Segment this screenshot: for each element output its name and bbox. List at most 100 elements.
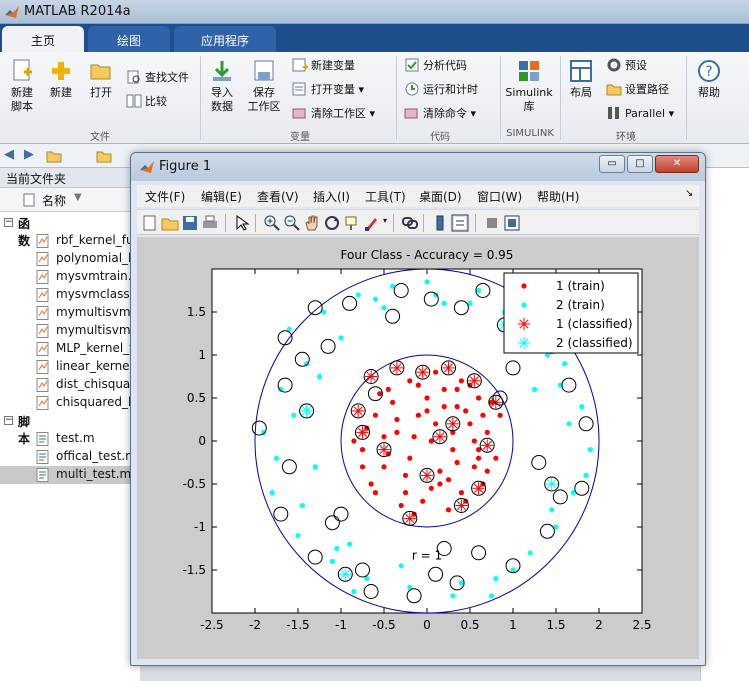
preferences-button[interactable]: 预设 <box>606 56 647 76</box>
brush-icon[interactable] <box>363 214 381 232</box>
select-arrow-icon[interactable] <box>233 214 251 232</box>
legend-label: 2 (classified) <box>556 336 633 350</box>
list-item[interactable]: polynomial_k <box>36 250 140 268</box>
new-variable-button[interactable]: 新建变量 <box>292 56 355 76</box>
link-plot-icon[interactable] <box>401 214 419 232</box>
analyze-code-button[interactable]: 分析代码 <box>404 56 467 76</box>
chevron-down-icon[interactable]: ▾ <box>366 107 375 120</box>
list-item[interactable]: dist_chisquar <box>36 376 140 394</box>
list-item[interactable]: linear_kernel <box>36 358 140 376</box>
data-point-class1 <box>467 421 473 427</box>
new-script-button[interactable]: 新建 脚本 <box>4 58 40 114</box>
svg-text:?: ? <box>705 64 712 80</box>
figure-canvas[interactable]: Four Class - Accuracy = 0.95 -2.5 -2 -1.5 -1… <box>137 237 699 659</box>
legend-icon[interactable] <box>451 214 469 232</box>
open-button[interactable]: 打开 <box>84 58 118 100</box>
command-window-area[interactable] <box>700 168 749 681</box>
restore-button[interactable]: □ <box>627 155 653 173</box>
list-item[interactable]: offical_test.m <box>36 448 140 466</box>
list-item[interactable]: mymultisvmtr <box>36 304 140 322</box>
dock-arrow-icon[interactable]: ↘ <box>685 188 693 199</box>
data-point-class1 <box>445 507 452 513</box>
chevron-down-icon[interactable]: ▾ <box>665 107 675 120</box>
zoom-out-icon[interactable] <box>283 214 301 232</box>
up-folder-icon[interactable] <box>46 148 62 164</box>
script-file-icon <box>36 432 49 446</box>
data-point-class2 <box>579 404 585 410</box>
save-icon[interactable] <box>181 214 199 232</box>
menu-tools[interactable]: 工具(T) <box>365 188 406 205</box>
chevron-down-icon[interactable]: ▾ <box>355 83 364 96</box>
list-item[interactable]: MLP_kernel_f <box>36 340 140 358</box>
parallel-button[interactable]: Parallel ▾ <box>606 104 674 124</box>
group-environment-label: 环境 <box>616 132 636 143</box>
compare-button[interactable]: 比较 <box>126 92 167 112</box>
chart-title: Four Class - Accuracy = 0.95 <box>341 248 514 262</box>
sort-arrow-icon[interactable]: ▼ <box>74 192 82 203</box>
forward-arrow-icon[interactable]: ▶ <box>24 147 34 162</box>
zoom-in-icon[interactable] <box>263 214 281 232</box>
list-item[interactable]: chisquared_k <box>36 394 140 412</box>
data-point-class2 <box>450 593 456 599</box>
data-point-class2 <box>510 567 516 573</box>
set-path-button[interactable]: 设置路径 <box>606 80 669 100</box>
menu-desktop[interactable]: 桌面(D) <box>419 188 462 205</box>
list-item-selected[interactable]: multi_test.m <box>0 466 140 484</box>
layout-button[interactable]: 布局 <box>564 58 598 100</box>
main-titlebar: MATLAB R2014a <box>0 0 749 24</box>
import-data-button[interactable]: 导入 数据 <box>206 58 238 114</box>
close-button[interactable]: ✕ <box>655 155 699 173</box>
scatter-plot[interactable]: Four Class - Accuracy = 0.95 -2.5 -2 -1.5 -1… <box>137 237 699 659</box>
y-tick-label: -0.5 <box>183 477 206 491</box>
data-point-class1 <box>493 455 499 461</box>
matlab-file-icon <box>36 342 49 356</box>
menu-help[interactable]: 帮助(H) <box>537 188 579 205</box>
open-file-icon[interactable] <box>161 214 179 232</box>
menu-file[interactable]: 文件(F) <box>145 188 185 205</box>
data-point-class2 <box>488 593 495 599</box>
data-point-class2 <box>398 563 404 569</box>
chevron-down-icon[interactable]: ▾ <box>467 107 476 120</box>
list-item[interactable]: test.m <box>36 430 140 448</box>
new-button[interactable]: 新建 <box>44 58 78 100</box>
data-point-class2 <box>316 373 323 380</box>
clear-workspace-button[interactable]: 清除工作区 ▾ <box>292 104 375 124</box>
minimize-button[interactable]: ▭ <box>599 155 625 173</box>
open-variable-button[interactable]: 打开变量 ▾ <box>292 80 364 100</box>
tab-home[interactable]: 主页 <box>2 26 84 52</box>
find-files-button[interactable]: 查找文件 <box>126 68 189 88</box>
run-and-time-button[interactable]: 运行和计时 <box>404 80 478 100</box>
simulink-library-button[interactable]: Simulink 库 <box>504 58 554 114</box>
data-point-class2 <box>295 533 301 539</box>
hide-tools-icon[interactable] <box>483 214 501 232</box>
list-item[interactable]: mysvmtrain.m <box>36 268 140 286</box>
menu-view[interactable]: 查看(V) <box>257 188 299 205</box>
print-icon[interactable] <box>201 214 219 232</box>
menu-insert[interactable]: 插入(I) <box>313 188 350 205</box>
clear-commands-button[interactable]: 清除命令 ▾ <box>404 104 476 124</box>
window-title: MATLAB R2014a <box>24 4 131 19</box>
tab-plots[interactable]: 绘图 <box>88 26 170 52</box>
collapse-icon[interactable]: − <box>4 218 13 227</box>
tab-apps[interactable]: 应用程序 <box>174 26 276 52</box>
colorbar-icon[interactable] <box>431 214 449 232</box>
figure-titlebar[interactable]: Figure 1 ▭ □ ✕ <box>131 153 705 181</box>
rotate-3d-icon[interactable] <box>323 214 341 232</box>
menu-edit[interactable]: 编辑(E) <box>201 188 242 205</box>
save-workspace-button[interactable]: 保存 工作区 <box>246 58 282 114</box>
show-tools-icon[interactable] <box>503 214 521 232</box>
collapse-icon[interactable]: − <box>4 416 13 425</box>
list-item[interactable]: rbf_kernel_fu <box>36 232 140 250</box>
data-cursor-icon[interactable] <box>343 214 361 232</box>
column-name-header[interactable]: 名称 <box>42 192 66 209</box>
menu-window[interactable]: 窗口(W) <box>477 188 522 205</box>
data-point-class2 <box>476 287 482 294</box>
brush-dropdown-icon[interactable]: ▾ <box>383 216 387 225</box>
list-item[interactable]: mysvmclassif <box>36 286 140 304</box>
data-point-class1 <box>484 468 490 474</box>
list-item[interactable]: mymultisvmcl <box>36 322 140 340</box>
help-button[interactable]: ? 帮助 <box>692 58 726 100</box>
new-figure-icon[interactable] <box>141 214 159 232</box>
back-arrow-icon[interactable]: ◀ <box>4 147 14 162</box>
pan-hand-icon[interactable] <box>303 214 321 232</box>
